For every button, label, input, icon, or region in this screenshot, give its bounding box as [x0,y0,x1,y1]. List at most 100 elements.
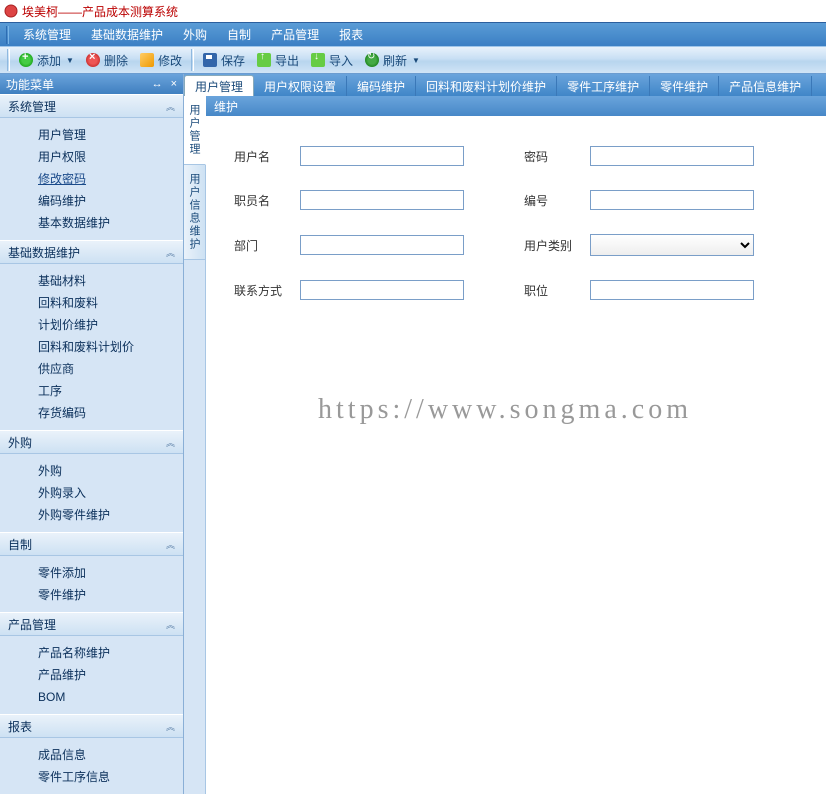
sidebar-item[interactable]: 成品信息 [0,744,183,766]
menubar-grip [6,26,9,44]
sidebar-item[interactable]: 编码维护 [0,190,183,212]
accordion-header[interactable]: 自制︽ [0,532,183,556]
panel-title: 维护 [206,96,826,116]
sidebar-item[interactable]: 修改密码 [0,168,183,190]
sidebar-title: 功能菜单 [6,76,54,93]
dropdown-icon: ▼ [66,56,74,65]
sidebar-item[interactable]: 基础材料 [0,270,183,292]
vertical-tabs: 用户管理用户信息维护 [184,96,206,794]
contact-input[interactable] [300,280,464,300]
sidebar-item[interactable]: 零件添加 [0,562,183,584]
staffname-input[interactable] [300,190,464,210]
chevron-up-icon: ︽ [166,720,175,733]
menu-outsource[interactable]: 外购 [173,23,217,47]
delete-icon [86,53,100,67]
app-title: 埃美柯——产品成本测算系统 [22,3,178,20]
sidebar-item[interactable]: 外购 [0,460,183,482]
edit-icon [140,53,154,67]
add-button[interactable]: 添加▼ [13,50,80,71]
accordion-title: 产品管理 [8,616,56,633]
sidebar-item[interactable]: 用户管理 [0,124,183,146]
sidebar-item[interactable]: 外购录入 [0,482,183,504]
sidebar-item[interactable]: 零件维护 [0,584,183,606]
menu-selfmade[interactable]: 自制 [217,23,261,47]
dept-label: 部门 [226,237,300,254]
username-input[interactable] [300,146,464,166]
tab[interactable]: 用户管理 [184,75,254,96]
tab[interactable]: 零件工序维护 [557,76,650,96]
menu-report[interactable]: 报表 [329,23,373,47]
export-label: 导出 [275,52,299,69]
accordion-header[interactable]: 外购 ︽ [0,430,183,454]
accordion-title: 基础数据维护 [8,244,80,261]
accordion-header[interactable]: 基础数据维护 ︽ [0,240,183,264]
usercat-select[interactable] [590,234,754,256]
chevron-up-icon: ︽ [166,246,175,259]
refresh-label: 刷新 [383,52,407,69]
sidebar-item[interactable]: 基本数据维护 [0,212,183,234]
dept-input[interactable] [300,235,464,255]
accordion-header[interactable]: 系统管理︽ [0,94,183,118]
accordion-header[interactable]: 报表 ︽ [0,714,183,738]
sidebar-item[interactable]: 用户权限 [0,146,183,168]
save-label: 保存 [221,52,245,69]
position-label: 职位 [516,282,590,299]
sidebar-item[interactable]: 存货编码 [0,402,183,424]
import-button[interactable]: 导入 [305,50,359,71]
export-button[interactable]: 导出 [251,50,305,71]
usercat-label: 用户类别 [516,237,590,254]
chevron-up-icon: ︽ [166,618,175,631]
main-area: 用户管理用户权限设置编码维护回料和废料计划价维护零件工序维护零件维护产品信息维护… [184,74,826,794]
position-input[interactable] [590,280,754,300]
tab[interactable]: 回料和废料计划价维护 [416,76,557,96]
sidebar-item[interactable]: 计划价维护 [0,314,183,336]
menu-product[interactable]: 产品管理 [261,23,329,47]
toolbar: 添加▼ 删除 修改 保存 导出 导入 刷新▼ [0,46,826,74]
tab[interactable]: 用户权限设置 [254,76,347,96]
vertical-tab[interactable]: 用户信息维护 [184,165,205,260]
sidebar-item[interactable]: 供应商 [0,358,183,380]
accordion-header[interactable]: 产品管理 ︽ [0,612,183,636]
chevron-up-icon: ︽ [166,538,175,551]
refresh-icon [365,53,379,67]
app-icon [4,4,18,18]
save-button[interactable]: 保存 [197,50,251,71]
menu-basedata[interactable]: 基础数据维护 [81,23,173,47]
sidebar-item[interactable]: 回料和废料 [0,292,183,314]
delete-button[interactable]: 删除 [80,50,134,71]
accordion-title: 报表 [8,718,32,735]
titlebar: 埃美柯——产品成本测算系统 [0,0,826,22]
sidebar-item[interactable]: 工序 [0,380,183,402]
sidebar: 功能菜单 ↔ × 系统管理︽用户管理用户权限修改密码编码维护基本数据维护基础数据… [0,74,184,794]
edit-label: 修改 [158,52,182,69]
sidebar-item[interactable]: 产品名称维护 [0,642,183,664]
menu-system[interactable]: 系统管理 [13,23,81,47]
vertical-tab[interactable]: 用户管理 [184,96,206,165]
sidebar-item[interactable]: 回料和废料计划价 [0,336,183,358]
pin-icon[interactable]: ↔ [152,78,163,90]
code-label: 编号 [516,192,590,209]
panel-content: 维护 用户名 密码 职员名 编号 部门 用户类别 联系方式 [206,96,826,794]
sidebar-item[interactable]: 零件工序信息 [0,766,183,788]
tab[interactable]: 编码维护 [347,76,416,96]
contact-label: 联系方式 [226,282,300,299]
refresh-button[interactable]: 刷新▼ [359,50,426,71]
tab[interactable]: 零件维护 [650,76,719,96]
menubar: 系统管理 基础数据维护 外购 自制 产品管理 报表 [0,22,826,46]
accordion-title: 外购 [8,434,32,451]
sidebar-item[interactable]: 产品维护 [0,664,183,686]
add-icon [19,53,33,67]
sidebar-item[interactable]: BOM [0,686,183,708]
edit-button[interactable]: 修改 [134,50,188,71]
close-icon[interactable]: × [171,78,177,90]
form: 用户名 密码 职员名 编号 部门 用户类别 联系方式 职位 [206,116,826,354]
import-label: 导入 [329,52,353,69]
toolbar-grip [7,49,10,71]
code-input[interactable] [590,190,754,210]
password-label: 密码 [516,148,590,165]
tab[interactable]: 产品信息维护 [719,76,812,96]
password-input[interactable] [590,146,754,166]
export-icon [257,53,271,67]
sidebar-item[interactable]: 外购零件维护 [0,504,183,526]
chevron-up-icon: ︽ [166,436,175,449]
